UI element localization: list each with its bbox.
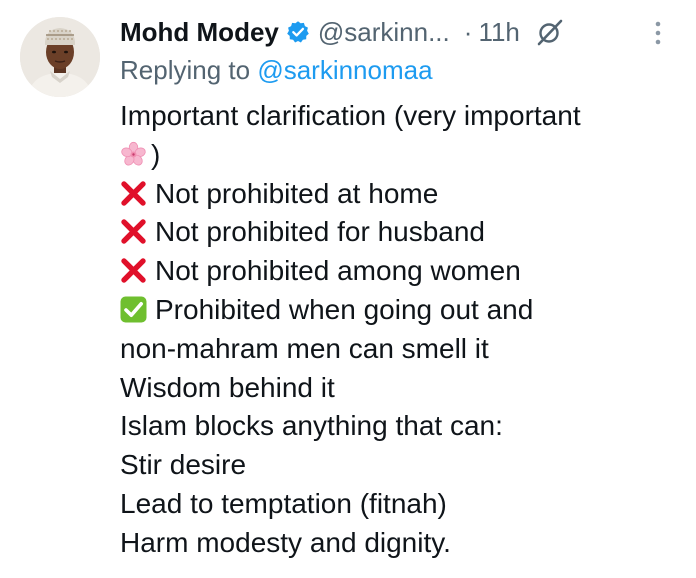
text-line: Stir desire	[120, 449, 247, 481]
cross-mark-emoji-icon	[120, 257, 147, 284]
tweet: Mohd Modey @sarkinn... · 11h Replying to…	[0, 0, 696, 578]
text-fragment: Not prohibited for husband	[155, 216, 485, 248]
avatar[interactable]	[20, 17, 100, 97]
tweet-header: Mohd Modey @sarkinn... · 11h	[120, 10, 564, 54]
text-line: Important clarification (very important	[120, 100, 581, 131]
author-name[interactable]: Mohd Modey	[120, 17, 279, 48]
separator-dot: ·	[463, 16, 473, 47]
reply-mention-link[interactable]: @sarkinnomaa	[257, 55, 432, 85]
text-line: Lead to temptation (fitnah)	[120, 487, 447, 519]
text-fragment: Not prohibited at home	[155, 177, 439, 209]
text-line: Not prohibited at home	[120, 175, 680, 214]
text-line: Islam blocks anything that can:	[120, 410, 503, 442]
text-line: Wisdom behind it	[120, 371, 335, 403]
text-fragment: Not prohibited among women	[155, 255, 521, 287]
text-line: Prohibited when going out and	[120, 291, 680, 330]
text-line: Harm modesty and dignity.	[120, 526, 451, 558]
text-line: non-mahram men can smell it	[120, 332, 489, 364]
replying-to: Replying to @sarkinnomaa	[120, 55, 433, 86]
cherry-blossom-emoji-icon	[120, 141, 147, 168]
check-mark-emoji-icon	[120, 296, 147, 323]
text-line: Not prohibited among women	[120, 252, 680, 291]
tweet-text: Important clarification (very important …	[120, 97, 680, 563]
more-options-icon[interactable]	[648, 18, 668, 48]
text-line: Not prohibited for husband	[120, 213, 680, 252]
grok-icon[interactable]	[536, 18, 564, 46]
text-fragment: )	[151, 138, 161, 170]
replying-to-label: Replying to	[120, 55, 258, 85]
verified-badge-icon[interactable]	[286, 20, 310, 44]
author-handle[interactable]: @sarkinn...	[318, 17, 450, 48]
text-line: )	[120, 136, 680, 175]
tweet-timestamp[interactable]: 11h	[478, 17, 519, 48]
cross-mark-emoji-icon	[120, 218, 147, 245]
cross-mark-emoji-icon	[120, 180, 147, 207]
text-fragment: Prohibited when going out and	[155, 293, 534, 325]
